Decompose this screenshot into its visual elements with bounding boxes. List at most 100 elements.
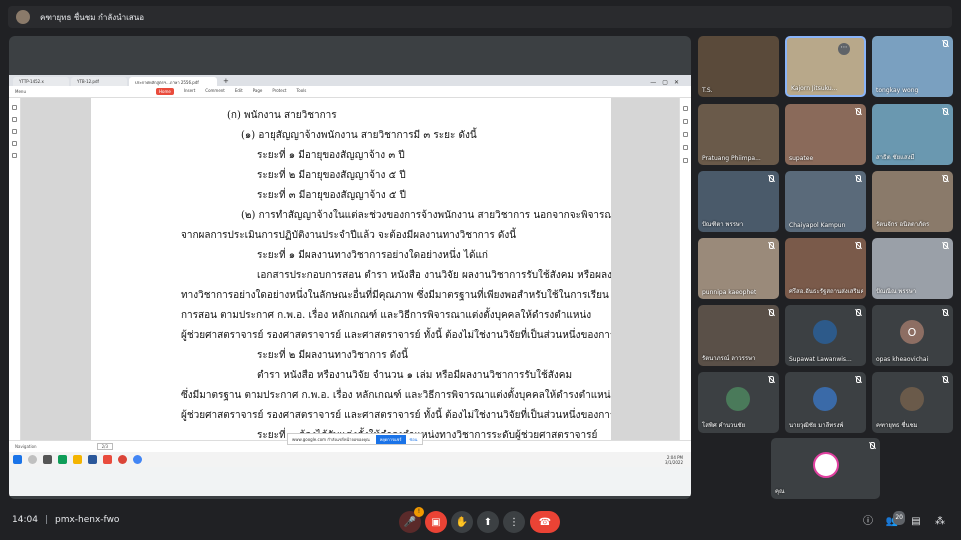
participant-tile[interactable]: ปัณฑิตา พรรษา: [698, 171, 779, 232]
word-icon[interactable]: [88, 455, 97, 464]
mic-off-icon: [767, 376, 775, 384]
participant-tile[interactable]: tongkay wong: [872, 36, 953, 97]
taskbar-time: 2:04 PM: [666, 454, 683, 460]
start-icon[interactable]: [13, 455, 22, 464]
participant-tile-active[interactable]: ⋯ Kajorn Jitsuku...: [785, 36, 866, 97]
participant-tile[interactable]: ศรีสอ.อันธะรัฐสถานส่งเสริมคุณ: [785, 238, 866, 299]
participant-name: Kajorn Jitsuku...: [791, 85, 838, 92]
taskbar-date: 3/1/2022: [665, 459, 683, 465]
tool-icon[interactable]: [683, 119, 688, 124]
participant-tile[interactable]: punnipa kaeophet: [698, 238, 779, 299]
window-controls[interactable]: —▢✕: [650, 79, 691, 86]
tool-icon[interactable]: [683, 106, 688, 111]
avatar: [813, 320, 837, 344]
doc-line: ซึ่งมีมาตรฐาน ตามประกาศ ก.พ.อ. เรื่อง หล…: [181, 390, 611, 401]
participant-tile[interactable]: รัตนาภรณ์ ลาวรรษา: [698, 305, 779, 366]
hide-notice-button[interactable]: ซ่อน: [410, 436, 418, 443]
present-screen-button[interactable]: ⬆: [477, 511, 499, 533]
participant-tile[interactable]: คฑายุทธ ชื่นชม: [872, 372, 953, 433]
more-options-button[interactable]: ⋮: [503, 511, 525, 533]
doc-line: เอกสารประกอบการสอน ตำรา หนังสือ งานวิจัย…: [257, 270, 611, 281]
mic-toggle-button[interactable]: 🎤 !: [399, 507, 424, 533]
present-icon: ⬆: [483, 516, 493, 528]
navigation-toggle[interactable]: Navigation: [15, 444, 37, 449]
meeting-details-icon[interactable]: ⓘ: [861, 515, 875, 529]
edge-icon[interactable]: [58, 455, 67, 464]
document-viewport[interactable]: (ก) พนักงาน สายวิชาการ (๑) อายุสัญญาจ้าง…: [21, 98, 679, 440]
participant-tile[interactable]: นายวุฒิชัย มาลีทรงพ์: [785, 372, 866, 433]
chat-icon[interactable]: ▤: [909, 515, 923, 529]
browser-tab-active[interactable]: ประกาศหลักสูตรฯ...ภาษา 2556.pdf: [129, 77, 217, 86]
participant-tile[interactable]: T.S.: [698, 36, 779, 97]
ribbon-protect[interactable]: Protect: [272, 88, 286, 95]
attachment-icon[interactable]: [12, 141, 17, 146]
mic-off-icon: [941, 108, 949, 116]
participant-tile[interactable]: supatee: [785, 104, 866, 165]
tool-icon[interactable]: [683, 132, 688, 137]
participant-tile[interactable]: Pratuang Phiimpa...: [698, 104, 779, 165]
more-options-icon[interactable]: ⋯: [838, 43, 850, 55]
meeting-info: 14:04 | pmx-henx-fwo: [12, 515, 119, 525]
browser-tab-strip: YTTP-1452.x YTB-12.pdf ประกาศหลักสูตรฯ..…: [9, 75, 691, 86]
tool-icon[interactable]: [683, 145, 688, 150]
participant-name: ปัณฑิตา พรรษา: [702, 221, 744, 228]
ribbon-page[interactable]: Page: [253, 88, 263, 95]
doc-line: ผู้ช่วยศาสตราจารย์ รองศาสตราจารย์ และศาส…: [181, 410, 611, 421]
tool-icon[interactable]: [683, 158, 688, 163]
leave-call-button[interactable]: ☎: [530, 511, 560, 533]
activities-icon[interactable]: ⁂: [933, 515, 947, 529]
stop-sharing-button[interactable]: หยุดการแชร์: [375, 434, 406, 444]
new-tab-button[interactable]: +: [219, 77, 233, 86]
doc-line: ระยะที่ ๒ มีผลงานทางวิชาการ ดังนี้: [257, 350, 408, 361]
search-icon[interactable]: [28, 455, 37, 464]
ribbon-insert[interactable]: Insert: [184, 88, 195, 95]
ribbon-home[interactable]: Home: [155, 88, 174, 95]
pdf-menu-button[interactable]: Menu: [15, 89, 26, 94]
people-button[interactable]: 👥 20: [885, 511, 905, 529]
page-indicator[interactable]: 2/3: [96, 443, 114, 450]
self-tile[interactable]: คุณ: [771, 438, 880, 499]
participant-name: โสพิศ คำนวนชัย: [702, 422, 746, 429]
participant-tile[interactable]: โสพิศ คำนวนชัย: [698, 372, 779, 433]
doc-line: ตำรา หนังสือ หรืองานวิจัย จำนวน ๑ เล่ม ห…: [257, 370, 573, 381]
end-call-icon: ☎: [538, 516, 552, 528]
avatar: [900, 387, 924, 411]
self-avatar: [813, 452, 839, 478]
bookmark-icon[interactable]: [12, 117, 17, 122]
mic-off-icon: [941, 376, 949, 384]
ribbon-edit[interactable]: Edit: [235, 88, 243, 95]
camera-toggle-button[interactable]: ▣: [425, 511, 447, 533]
raise-hand-button[interactable]: ✋: [451, 511, 473, 533]
browser-tab[interactable]: YTTP-1452.x: [13, 77, 69, 86]
mic-off-icon: [941, 40, 949, 48]
browser-tab[interactable]: YTB-12.pdf: [71, 77, 127, 86]
pdf-ribbon: Home Insert Comment Edit Page Protect To…: [155, 88, 316, 95]
search-icon[interactable]: [12, 153, 17, 158]
task-view-icon[interactable]: [43, 455, 52, 464]
participant-name: นายวุฒิชัย มาลีทรงพ์: [789, 422, 844, 429]
participant-name: Supawat Lawanwis...: [789, 356, 852, 363]
doc-line: ระยะที่ ๑ มีผลงานทางวิชาการอย่างใดอย่างห…: [257, 250, 488, 261]
pdf-app-icon[interactable]: [103, 455, 112, 464]
chrome-icon[interactable]: [118, 455, 127, 464]
thumbnail-icon[interactable]: [12, 105, 17, 110]
participant-tile[interactable]: รัตนจักร อนิลดาภัตร: [872, 171, 953, 232]
participant-name: คฑายุทธ ชื่นชม: [876, 422, 918, 429]
participant-tile[interactable]: Chaiyapol Kampun: [785, 171, 866, 232]
file-explorer-icon[interactable]: [73, 455, 82, 464]
participant-tile[interactable]: O opas kheaovichai: [872, 305, 953, 366]
participant-tile[interactable]: สาธิต ชัยแสงมี: [872, 104, 953, 165]
mic-off-icon: [854, 242, 862, 250]
chrome-profile-icon[interactable]: [133, 455, 142, 464]
doc-line: (๑) อายุสัญญาจ้างพนักงาน สายวิชาการมี ๓ …: [241, 130, 477, 141]
participant-name: ปัณณิณ พรรษา: [876, 288, 917, 295]
taskbar-clock[interactable]: 2:04 PM 3/1/2022: [665, 455, 691, 465]
mic-off-icon: [854, 108, 862, 116]
participant-tile[interactable]: ปัณณิณ พรรษา: [872, 238, 953, 299]
ribbon-tools[interactable]: Tools: [296, 88, 306, 95]
doc-line: ระยะที่ ๑ มีอายุของสัญญาจ้าง ๓ ปี: [257, 150, 405, 161]
participant-name: tongkay wong: [876, 87, 919, 94]
annotation-icon[interactable]: [12, 129, 17, 134]
participant-tile[interactable]: Supawat Lawanwis...: [785, 305, 866, 366]
ribbon-comment[interactable]: Comment: [205, 88, 225, 95]
